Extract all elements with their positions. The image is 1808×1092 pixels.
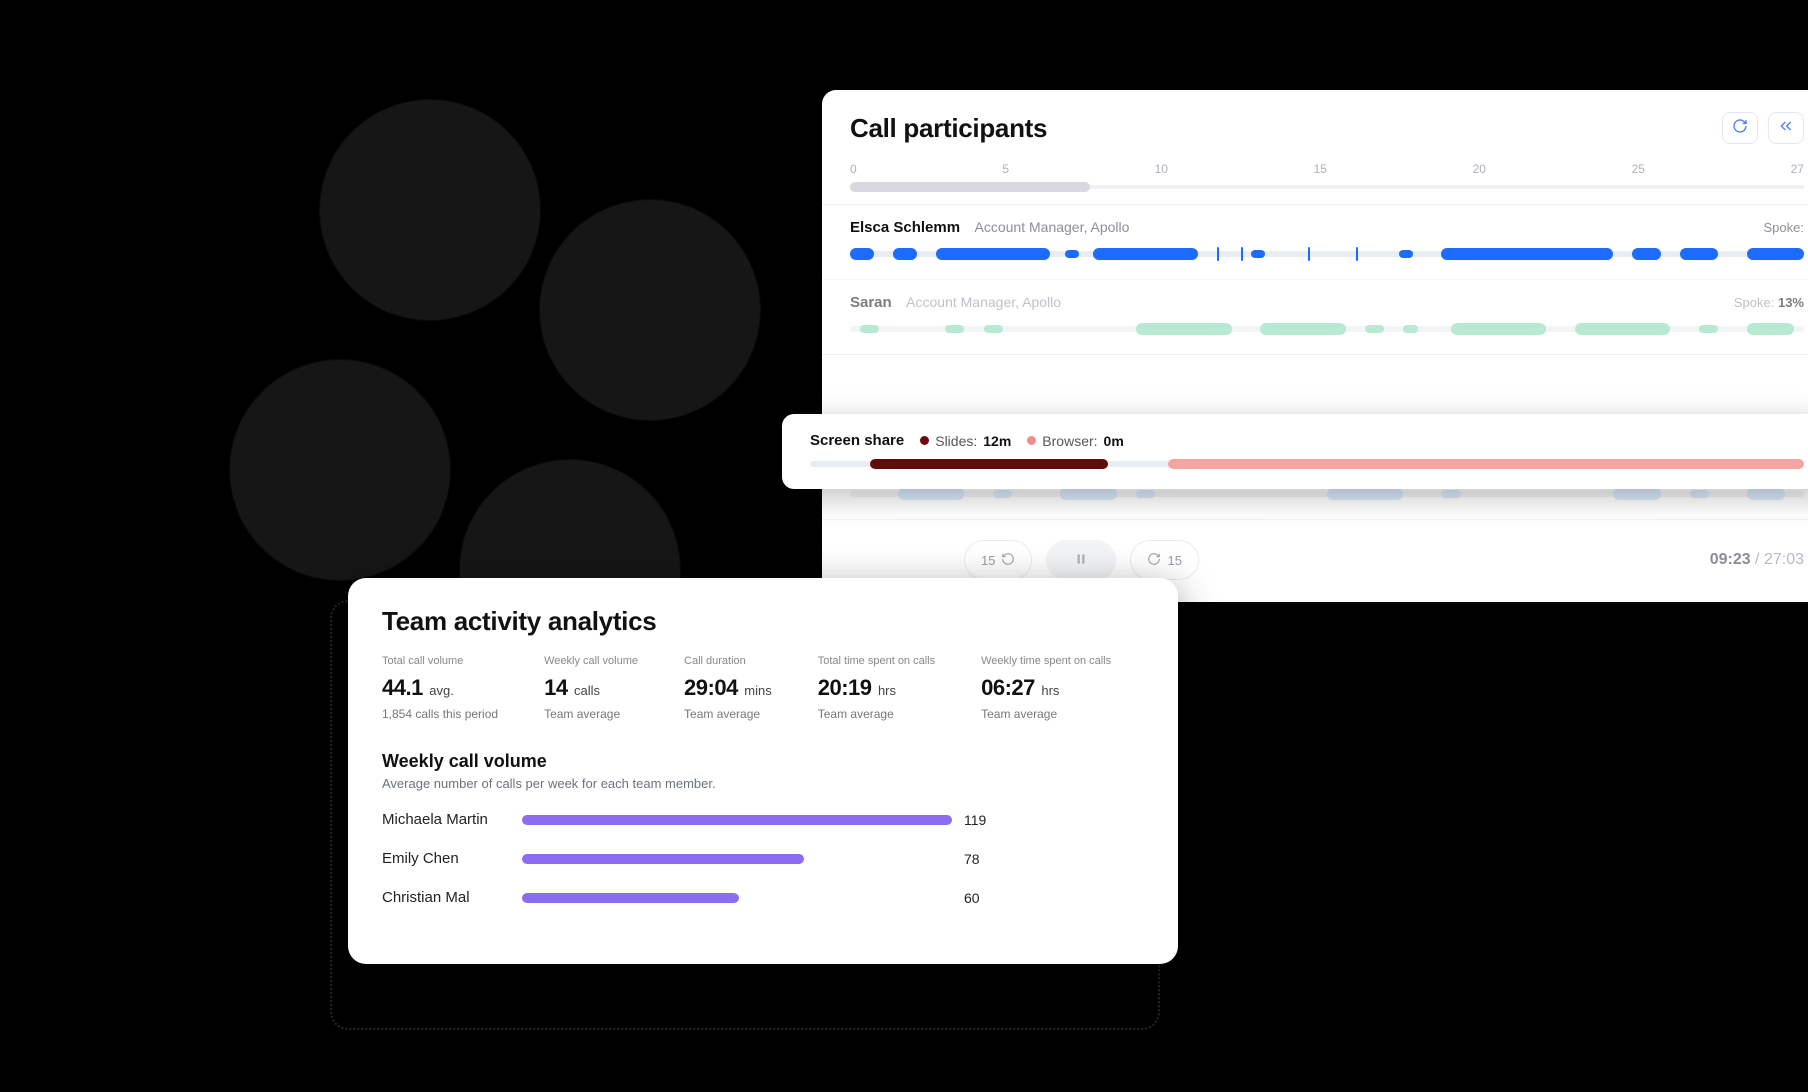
bar-name: Christian Mal bbox=[382, 889, 522, 906]
bar-row: Michaela Martin 119 bbox=[382, 811, 1144, 828]
bar-fill bbox=[522, 893, 739, 903]
spoke-label: Spoke: bbox=[1764, 220, 1804, 235]
bar-name: Emily Chen bbox=[382, 850, 522, 867]
participant-name: Elsca Schlemm bbox=[850, 219, 960, 236]
weekly-call-volume-chart: Michaela Martin 119 Emily Chen 78 Christian … bbox=[382, 811, 1144, 906]
slides-bar bbox=[870, 459, 1109, 469]
legend-dot-icon bbox=[1027, 436, 1036, 445]
decorative-circle bbox=[230, 360, 450, 580]
spoke-label: Spoke: 13% bbox=[1734, 295, 1804, 310]
bar-track bbox=[522, 893, 952, 903]
collapse-button[interactable] bbox=[1768, 112, 1804, 144]
forward-icon bbox=[1147, 552, 1161, 569]
metric-weekly-call-volume: Weekly call volume 14 calls Team average bbox=[544, 655, 638, 721]
bar-row: Emily Chen 78 bbox=[382, 850, 1144, 867]
bar-fill bbox=[522, 854, 804, 864]
bar-value: 78 bbox=[964, 851, 980, 867]
weekly-call-volume-subtitle: Average number of calls per week for eac… bbox=[382, 776, 1144, 791]
browser-legend: Browser: 0m bbox=[1027, 433, 1123, 449]
legend-dot-icon bbox=[920, 436, 929, 445]
browser-bar bbox=[1168, 459, 1804, 469]
refresh-icon bbox=[1732, 118, 1748, 139]
forward-15-button[interactable]: 15 bbox=[1130, 540, 1198, 580]
bar-track bbox=[522, 815, 952, 825]
weekly-call-volume-title: Weekly call volume bbox=[382, 751, 1144, 772]
call-participants-card: Call participants 0 5 10 15 20 25 27 bbox=[822, 90, 1808, 602]
rewind-icon bbox=[1001, 552, 1015, 569]
axis-tick: 5 bbox=[1002, 162, 1009, 176]
slides-legend: Slides: 12m bbox=[920, 433, 1011, 449]
axis-tick: 15 bbox=[1314, 162, 1327, 176]
metric-total-time: Total time spent on calls 20:19 hrs Team… bbox=[818, 655, 935, 721]
call-participants-title: Call participants bbox=[850, 113, 1047, 144]
pause-icon bbox=[1074, 552, 1088, 569]
participant-row: Saran Account Manager, Apollo Spoke: 13% bbox=[822, 279, 1808, 354]
bar-name: Michaela Martin bbox=[382, 811, 522, 828]
participant-role: Account Manager, Apollo bbox=[906, 294, 1061, 310]
scrollbar-handle[interactable] bbox=[850, 182, 1090, 192]
participant-timeline[interactable] bbox=[850, 322, 1804, 336]
playback-time: 09:23 / 27:03 bbox=[1710, 551, 1804, 569]
metric-total-call-volume: Total call volume 44.1 avg. 1,854 calls … bbox=[382, 655, 498, 721]
bar-value: 119 bbox=[964, 812, 986, 828]
bar-value: 60 bbox=[964, 890, 980, 906]
timeline-scrollbar[interactable] bbox=[850, 182, 1804, 192]
participant-role: Account Manager, Apollo bbox=[975, 219, 1130, 235]
metric-call-duration: Call duration 29:04 mins Team average bbox=[684, 655, 772, 721]
axis-tick: 25 bbox=[1632, 162, 1645, 176]
participant-timeline[interactable] bbox=[850, 247, 1804, 261]
decorative-circle bbox=[320, 100, 540, 320]
bar-fill bbox=[522, 815, 952, 825]
participant-row: Elsca Schlemm Account Manager, Apollo Sp… bbox=[822, 204, 1808, 279]
participant-name: Saran bbox=[850, 294, 892, 311]
refresh-button[interactable] bbox=[1722, 112, 1758, 144]
decorative-circle bbox=[540, 200, 760, 420]
screen-share-row: Screen share Slides: 12m Browser: 0m bbox=[782, 414, 1808, 489]
team-activity-title: Team activity analytics bbox=[382, 606, 1144, 637]
bar-row: Christian Mal 60 bbox=[382, 889, 1144, 906]
axis-tick: 10 bbox=[1155, 162, 1168, 176]
play-pause-button[interactable] bbox=[1046, 540, 1116, 580]
axis-tick: 0 bbox=[850, 162, 857, 176]
participant-timeline[interactable] bbox=[850, 487, 1804, 501]
timeline-axis: 0 5 10 15 20 25 27 bbox=[822, 162, 1808, 204]
screen-share-title: Screen share bbox=[810, 432, 904, 449]
metric-weekly-time: Weekly time spent on calls 06:27 hrs Tea… bbox=[981, 655, 1111, 721]
bar-track bbox=[522, 854, 952, 864]
metrics-row: Total call volume 44.1 avg. 1,854 calls … bbox=[382, 655, 1144, 721]
axis-tick: 20 bbox=[1473, 162, 1486, 176]
axis-tick: 27 bbox=[1791, 162, 1804, 176]
team-activity-card: Team activity analytics Total call volum… bbox=[348, 578, 1178, 964]
skip-back-icon bbox=[1778, 118, 1794, 139]
screen-share-timeline[interactable] bbox=[810, 459, 1804, 469]
rewind-15-button[interactable]: 15 bbox=[964, 540, 1032, 580]
